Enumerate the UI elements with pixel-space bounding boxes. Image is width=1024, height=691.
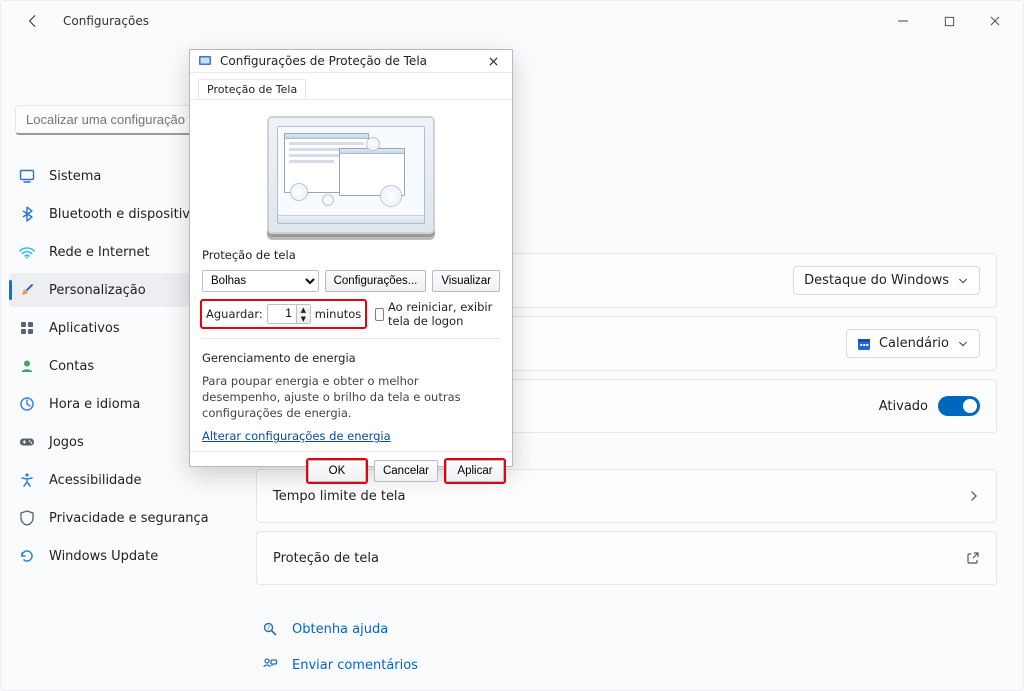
section-energy-title: Gerenciamento de energia: [202, 351, 500, 365]
sidebar-item-label: Hora e idioma: [49, 397, 140, 412]
dialog-icon: [198, 54, 212, 68]
sidebar-item-label: Personalização: [49, 283, 146, 298]
toggle-value-label: Ativado: [879, 399, 928, 414]
card-label: Tempo limite de tela: [273, 489, 406, 504]
dropdown-value: Destaque do Windows: [804, 273, 949, 288]
dialog-tabs: Proteção de Tela: [190, 73, 512, 100]
system-icon: [19, 168, 35, 184]
close-button[interactable]: [973, 6, 1017, 36]
screensaver-dialog: Configurações de Proteção de Tela Proteç…: [189, 49, 513, 467]
wait-input[interactable]: [268, 305, 296, 323]
resume-checkbox-wrap[interactable]: Ao reiniciar, exibir tela de logon: [375, 300, 500, 328]
accounts-icon: [19, 358, 35, 374]
sidebar-item-label: Bluetooth e dispositivos: [49, 207, 205, 222]
screensaver-config-button[interactable]: Configurações...: [325, 270, 427, 292]
maximize-button[interactable]: [927, 6, 971, 36]
sidebar-item-label: Privacidade e segurança: [49, 511, 209, 526]
feedback-icon: [262, 657, 278, 673]
gaming-icon: [19, 435, 35, 449]
wait-spin[interactable]: ▲ ▼: [267, 304, 311, 324]
spin-down[interactable]: ▼: [297, 314, 310, 323]
resume-label: Ao reiniciar, exibir tela de logon: [388, 300, 500, 328]
wait-label: Aguardar:: [206, 307, 263, 321]
energy-link[interactable]: Alterar configurações de energia: [202, 429, 500, 443]
window-title: Configurações: [63, 14, 149, 28]
sidebar-item-label: Sistema: [49, 169, 101, 184]
help-icon: ?: [262, 621, 278, 637]
dialog-footer: OK Cancelar Aplicar: [190, 451, 512, 490]
dialog-close-button[interactable]: [480, 50, 506, 72]
time-language-icon: [19, 396, 35, 412]
link-text: Obtenha ajuda: [292, 622, 388, 637]
sidebar-item-label: Acessibilidade: [49, 473, 142, 488]
chevron-right-icon: [968, 490, 980, 502]
close-icon: [989, 15, 1001, 27]
bluetooth-icon: [19, 206, 35, 222]
sidebar-item-label: Rede e Internet: [49, 245, 150, 260]
minimize-icon: [897, 15, 909, 27]
sidebar-item-label: Aplicativos: [49, 321, 120, 336]
link-feedback[interactable]: Enviar comentários: [256, 647, 997, 683]
dropdown-value: Calendário: [879, 336, 949, 351]
section-screensaver-title: Proteção de tela: [202, 248, 500, 262]
sidebar-item-label: Windows Update: [49, 549, 158, 564]
background-dropdown[interactable]: Destaque do Windows: [793, 266, 980, 295]
wait-unit: minutos: [315, 307, 362, 321]
chevron-down-icon: [957, 338, 969, 350]
signin-toggle[interactable]: [938, 396, 980, 416]
minimize-button[interactable]: [881, 6, 925, 36]
dialog-title: Configurações de Proteção de Tela: [220, 54, 427, 68]
dialog-titlebar: Configurações de Proteção de Tela: [190, 50, 512, 73]
sidebar-item-update[interactable]: Windows Update: [9, 539, 236, 573]
resume-checkbox[interactable]: [375, 308, 384, 321]
chevron-down-icon: [957, 275, 969, 287]
open-external-icon: [966, 551, 980, 565]
screensaver-select[interactable]: Bolhas: [202, 270, 319, 292]
cancel-button[interactable]: Cancelar: [374, 460, 438, 482]
card-label: Proteção de tela: [273, 551, 379, 566]
energy-text: Para poupar energia e obter o melhor des…: [202, 373, 500, 421]
sidebar-item-label: Contas: [49, 359, 94, 374]
link-help[interactable]: ? Obtenha ajuda: [256, 611, 997, 647]
close-icon: [488, 56, 499, 67]
privacy-icon: [19, 510, 35, 526]
ok-button[interactable]: OK: [308, 460, 366, 482]
arrow-left-icon: [26, 14, 40, 28]
calendar-icon: [857, 337, 871, 351]
sidebar-item-label: Jogos: [49, 435, 84, 450]
svg-text:?: ?: [267, 625, 270, 632]
accessibility-icon: [19, 472, 35, 488]
link-text: Enviar comentários: [292, 658, 418, 673]
dialog-tab[interactable]: Proteção de Tela: [198, 79, 306, 99]
screensaver-preview-button[interactable]: Visualizar: [432, 270, 500, 292]
personalization-icon: [19, 282, 35, 298]
spin-up[interactable]: ▲: [297, 305, 310, 314]
titlebar: Configurações: [1, 1, 1023, 41]
maximize-icon: [944, 16, 955, 27]
network-icon: [19, 245, 35, 259]
screensaver-preview: [267, 116, 435, 234]
sidebar-item-privacidade[interactable]: Privacidade e segurança: [9, 501, 236, 535]
widget-dropdown[interactable]: Calendário: [846, 329, 980, 358]
apps-icon: [19, 320, 35, 336]
update-icon: [19, 548, 35, 564]
apply-button[interactable]: Aplicar: [446, 460, 504, 482]
card-screensaver[interactable]: Proteção de tela: [256, 531, 997, 585]
back-button[interactable]: [19, 7, 47, 35]
